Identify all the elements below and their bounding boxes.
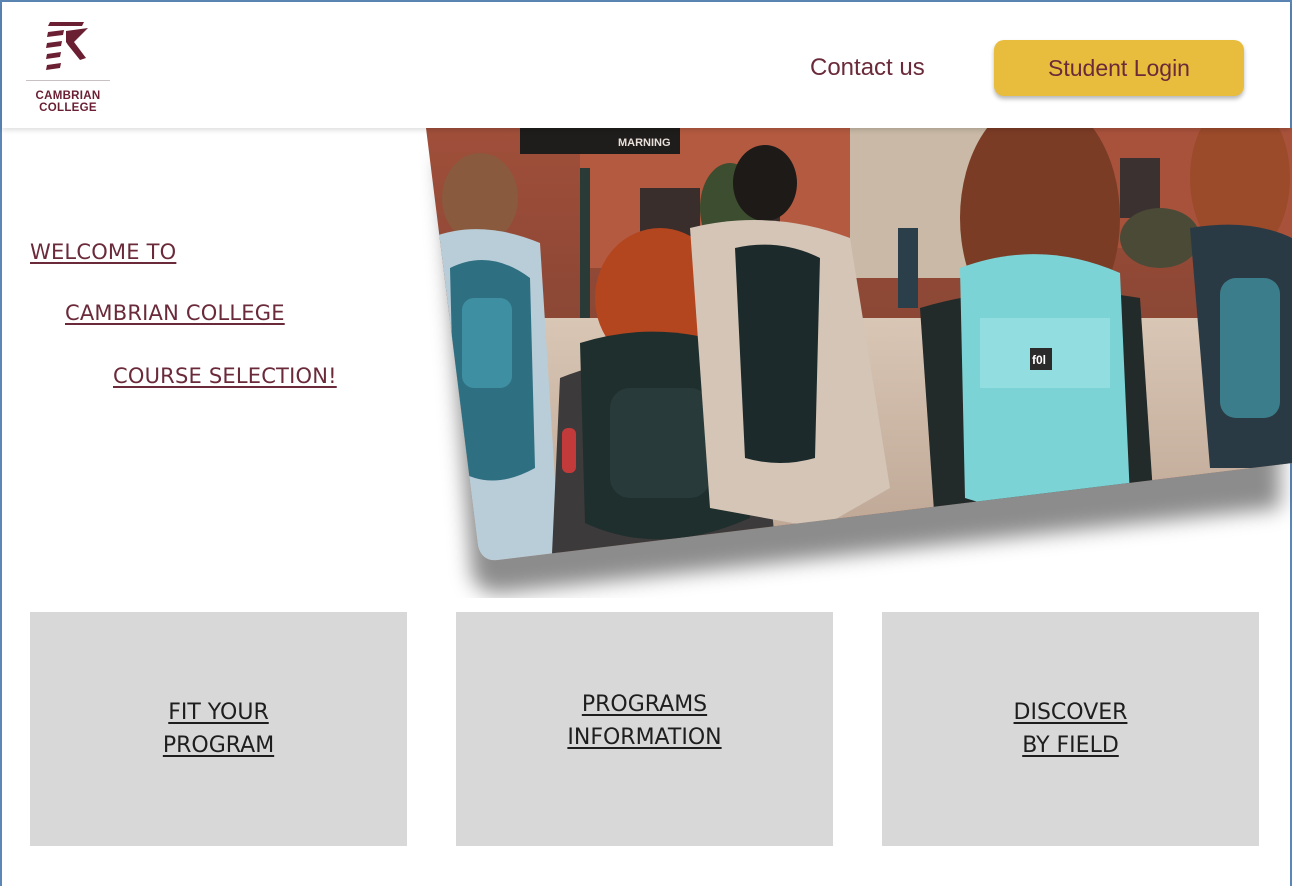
logo-line-1: CAMBRIAN: [35, 90, 101, 102]
contact-us-link[interactable]: Contact us: [810, 54, 925, 82]
hero-image: MARNING f0l: [420, 128, 1292, 598]
logo-icon: [46, 22, 88, 70]
students-photo-icon: MARNING f0l: [426, 128, 1292, 594]
card-label[interactable]: FIT YOUR PROGRAM: [163, 696, 274, 762]
welcome-line-3[interactable]: COURSE SELECTION!: [113, 364, 337, 388]
card-label[interactable]: DISCOVER BY FIELD: [1014, 696, 1128, 762]
fit-your-program-card[interactable]: FIT YOUR PROGRAM: [30, 612, 407, 846]
logo-divider: [26, 80, 110, 81]
logo-line-2: COLLEGE: [39, 102, 97, 114]
sign-text: MARNING: [618, 137, 671, 149]
logo-wordmark: CAMBRIAN COLLEGE: [22, 90, 114, 114]
college-logo[interactable]: CAMBRIAN COLLEGE: [22, 20, 114, 120]
card-label[interactable]: PROGRAMS INFORMATION: [567, 688, 721, 754]
site-header: CAMBRIAN COLLEGE Contact us Student Logi…: [2, 2, 1290, 128]
feature-cards: FIT YOUR PROGRAM PROGRAMS INFORMATION DI…: [30, 612, 1260, 848]
student-login-button[interactable]: Student Login: [994, 40, 1244, 96]
discover-by-field-card[interactable]: DISCOVER BY FIELD: [882, 612, 1259, 846]
welcome-line-2[interactable]: CAMBRIAN COLLEGE: [65, 301, 285, 325]
backpack-badge: f0l: [1032, 353, 1046, 367]
programs-information-card[interactable]: PROGRAMS INFORMATION: [456, 612, 833, 846]
welcome-line-1[interactable]: WELCOME TO: [30, 240, 176, 264]
